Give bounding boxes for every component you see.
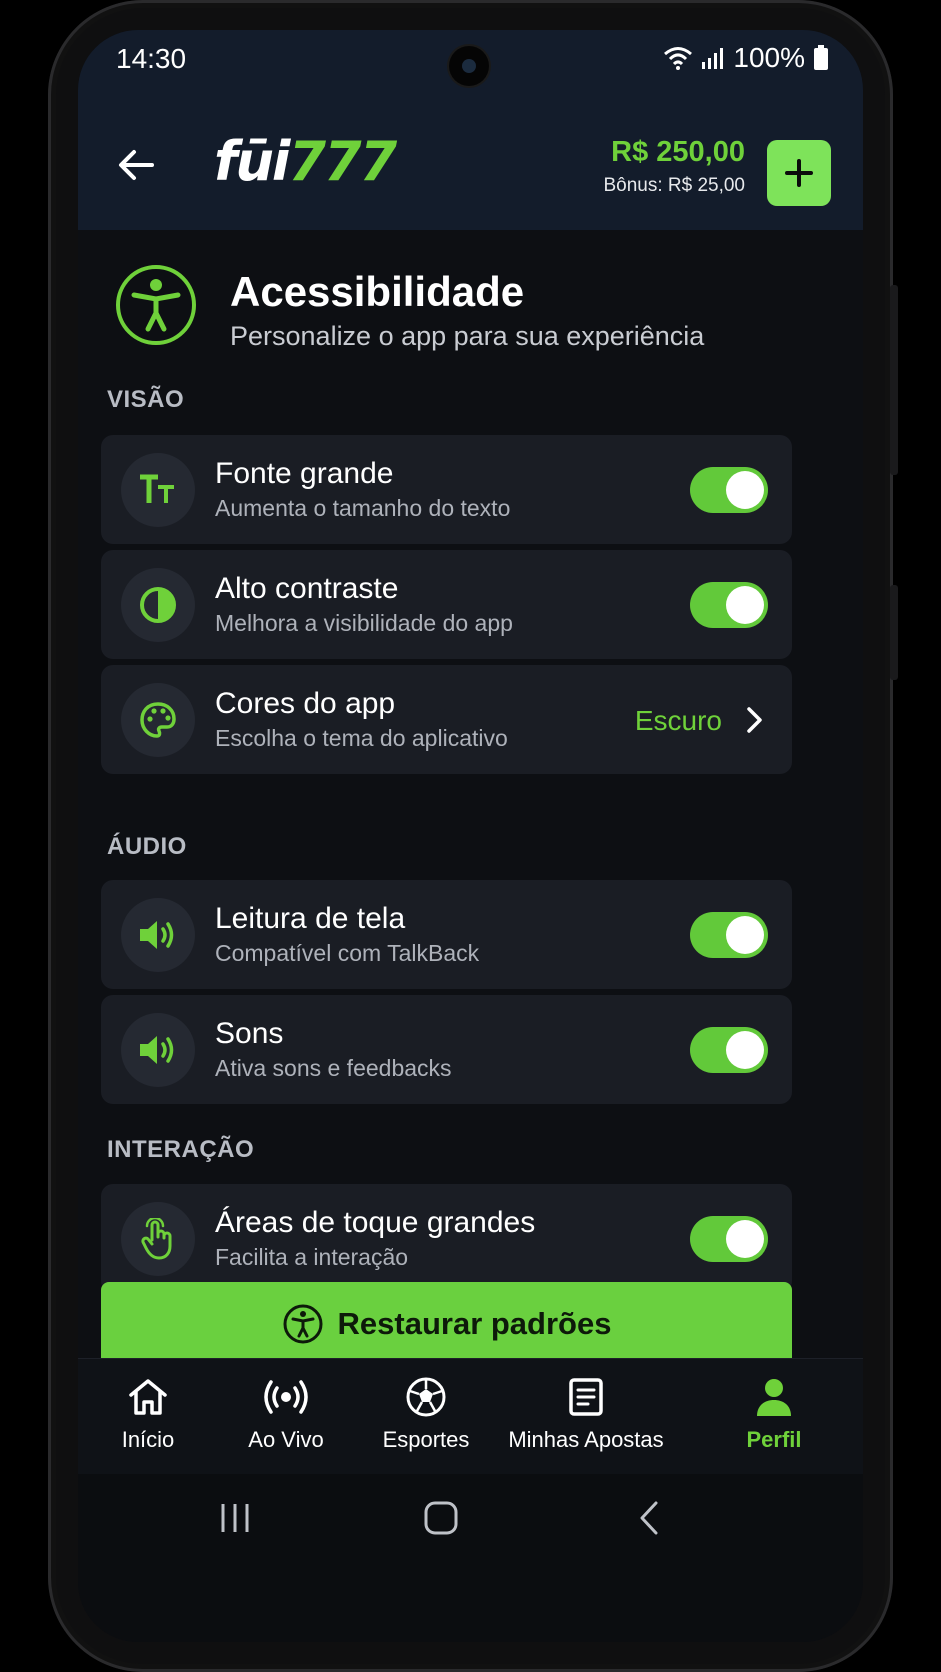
status-bar: 14:30 100% (78, 30, 863, 100)
app-logo: fūi777 (214, 130, 397, 193)
setting-screen-reader[interactable]: Leitura de tela Compatível com TalkBack (101, 880, 792, 989)
soccer-ball-icon (406, 1377, 446, 1417)
home-icon (129, 1379, 167, 1415)
sounds-toggle[interactable] (690, 1027, 768, 1073)
tab-label: Ao Vivo (248, 1427, 324, 1452)
chevron-right-icon (747, 707, 762, 733)
tab-label: Esportes (382, 1427, 470, 1452)
restore-label: Restaurar padrões (337, 1306, 612, 1341)
setting-subtitle: Ativa sons e feedbacks (215, 1055, 452, 1081)
wifi-icon (664, 47, 693, 70)
profile-icon (757, 1379, 791, 1416)
tab-sports[interactable]: Esportes (356, 1373, 496, 1453)
screen: 14:30 100% fūi777 R$ 250,00 Bônus: R$ 25… (78, 30, 863, 1642)
home-button-icon[interactable] (411, 1498, 471, 1538)
tab-label: Início (121, 1427, 175, 1452)
section-interaction: INTERAÇÃO (107, 1136, 255, 1163)
volume-button (890, 285, 898, 475)
app-header: fūi777 R$ 250,00 Bônus: R$ 25,00 (78, 100, 863, 230)
bottom-tab-bar: Início Ao Vivo Esportes Minhas Apostas P… (78, 1358, 863, 1475)
palette-icon (140, 702, 176, 738)
signal-icon (702, 48, 724, 69)
screen-reader-toggle[interactable] (690, 912, 768, 958)
accessibility-icon (283, 1304, 323, 1344)
setting-title: Sons (215, 1017, 284, 1050)
recent-apps-icon[interactable] (205, 1498, 265, 1538)
accessibility-icon (116, 265, 196, 345)
setting-subtitle: Escolha o tema do aplicativo (215, 725, 508, 751)
back-arrow-icon[interactable] (112, 140, 162, 190)
setting-high-contrast[interactable]: Alto contraste Melhora a visibilidade do… (101, 550, 792, 659)
tab-profile[interactable]: Perfil (706, 1373, 842, 1453)
setting-subtitle: Facilita a interação (215, 1244, 409, 1270)
large-touch-toggle[interactable] (690, 1216, 768, 1262)
section-vision: VISÃO (107, 386, 185, 413)
bet-slip-icon (569, 1378, 603, 1416)
setting-large-font[interactable]: Fonte grande Aumenta o tamanho do texto (101, 435, 792, 544)
tab-label: Minhas Apostas (508, 1427, 664, 1452)
front-camera (449, 46, 489, 86)
status-time: 14:30 (116, 43, 187, 74)
setting-title: Alto contraste (215, 572, 399, 605)
contrast-icon (140, 587, 176, 623)
touch-hand-icon (141, 1218, 172, 1260)
balance-amount: R$ 250,00 (611, 136, 745, 168)
setting-title: Cores do app (215, 687, 396, 720)
section-audio: ÁUDIO (107, 833, 187, 860)
restore-defaults-button[interactable]: Restaurar padrões (101, 1282, 792, 1366)
tab-label: Perfil (746, 1427, 802, 1452)
balance-display: R$ 250,00 Bônus: R$ 25,00 (603, 136, 745, 197)
high-contrast-toggle[interactable] (690, 582, 768, 628)
status-icons: 100% (663, 42, 829, 74)
setting-title: Leitura de tela (215, 902, 406, 935)
system-nav-bar (78, 1474, 863, 1642)
power-button (890, 585, 898, 680)
bonus-amount: Bônus: R$ 25,00 (603, 175, 745, 196)
plus-icon (785, 159, 813, 187)
tab-live[interactable]: Ao Vivo (216, 1373, 356, 1453)
theme-value: Escuro (634, 705, 722, 736)
setting-subtitle: Melhora a visibilidade do app (215, 610, 513, 636)
text-size-icon (140, 474, 174, 503)
back-button-icon[interactable] (620, 1498, 680, 1538)
battery-icon (814, 45, 828, 70)
tab-home[interactable]: Início (78, 1373, 218, 1453)
tab-my-bets[interactable]: Minhas Apostas (496, 1373, 676, 1453)
page-subtitle: Personalize o app para sua experiência (230, 321, 705, 351)
live-broadcast-icon (264, 1380, 308, 1414)
setting-title: Áreas de toque grandes (215, 1206, 536, 1239)
setting-subtitle: Aumenta o tamanho do texto (215, 495, 511, 521)
setting-sounds[interactable]: Sons Ativa sons e feedbacks (101, 995, 792, 1104)
deposit-button[interactable] (767, 140, 831, 206)
speaker-icon (140, 1036, 174, 1064)
setting-app-colors[interactable]: Cores do app Escolha o tema do aplicativ… (101, 665, 792, 774)
speaker-icon (140, 921, 174, 949)
setting-subtitle: Compatível com TalkBack (215, 940, 480, 966)
setting-title: Fonte grande (215, 457, 394, 490)
page-title: Acessibilidade (230, 268, 525, 315)
battery-percent: 100% (733, 42, 805, 73)
setting-large-touch-areas[interactable]: Áreas de toque grandes Facilita a intera… (101, 1184, 792, 1293)
large-font-toggle[interactable] (690, 467, 768, 513)
